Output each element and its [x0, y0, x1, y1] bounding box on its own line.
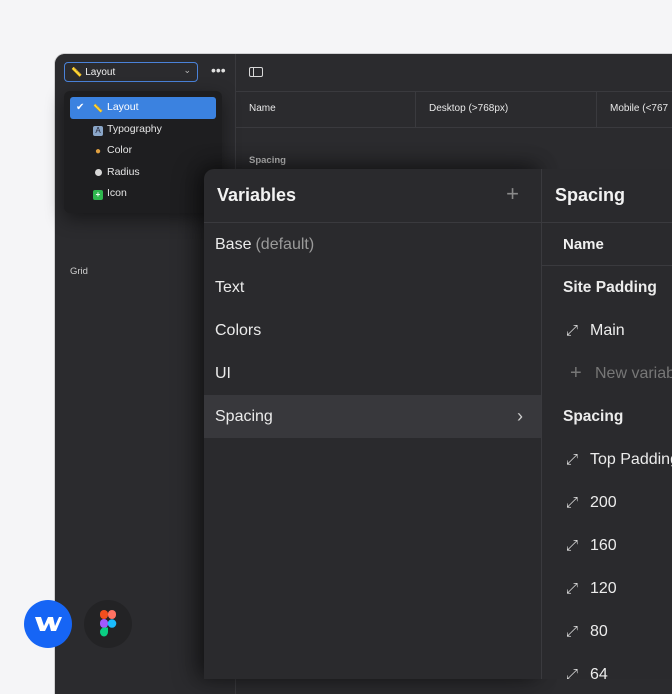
- variables-panel-header: Variables +: [204, 169, 541, 223]
- resize-icon: ⤢: [566, 322, 579, 339]
- option-label: Radius: [107, 165, 140, 178]
- more-options-button[interactable]: •••: [211, 63, 226, 77]
- resize-icon: ⤢: [566, 666, 579, 679]
- variable-row[interactable]: ⤢ 64: [542, 653, 672, 679]
- variables-item-base[interactable]: Base (default): [204, 223, 541, 266]
- collection-option-layout[interactable]: ✔ 📏 Layout: [70, 97, 216, 119]
- collection-option-icon[interactable]: + Icon: [70, 183, 216, 205]
- top-toolbar: 📏 Layout ⌄ •••: [55, 54, 672, 92]
- variable-name: 120: [590, 580, 617, 597]
- variable-row[interactable]: ⤢ 160: [542, 524, 672, 567]
- variable-name: 160: [590, 537, 617, 554]
- collection-option-color[interactable]: ● Color: [70, 140, 216, 162]
- variable-name: 200: [590, 494, 617, 511]
- option-label: Layout: [107, 101, 139, 113]
- add-collection-button[interactable]: +: [506, 181, 519, 207]
- ruler-icon: 📏: [71, 66, 83, 77]
- palette-icon: ●: [94, 146, 102, 157]
- variables-panel: Variables + Base (default) Text Colors UI…: [204, 169, 541, 679]
- table-header: Name Desktop (>768px) Mobile (<767: [236, 91, 672, 128]
- default-suffix: (default): [255, 236, 315, 253]
- item-label: Text: [215, 279, 245, 296]
- plus-icon: +: [570, 362, 582, 384]
- option-label: Typography: [107, 122, 162, 135]
- chevron-down-icon: ⌄: [183, 65, 191, 75]
- variables-item-colors[interactable]: Colors: [204, 309, 541, 352]
- spacing-panel-header: Spacing: [542, 169, 672, 223]
- resize-icon: ⤢: [566, 494, 579, 511]
- item-label: UI: [215, 365, 231, 382]
- variable-row[interactable]: ⤢ 200: [542, 481, 672, 524]
- collections-dropdown: ✔ 📏 Layout A Typography ● Color Radius + Ico…: [64, 91, 222, 213]
- resize-icon: ⤢: [566, 451, 579, 468]
- option-label: Icon: [107, 187, 127, 199]
- new-variable-button[interactable]: + New variab: [542, 352, 672, 395]
- variable-row[interactable]: ⤢ 120: [542, 567, 672, 610]
- item-label: Colors: [215, 322, 262, 339]
- sidebar-item-grid[interactable]: Grid: [70, 266, 88, 277]
- item-label: Base: [215, 236, 252, 253]
- variable-name: 64: [590, 666, 608, 679]
- resize-icon: ⤢: [566, 580, 579, 597]
- spacing-panel: Spacing Name Site Padding ⤢ Main + New var…: [541, 169, 672, 679]
- figma-glyph: [100, 610, 117, 637]
- ruler-icon: 📏: [93, 104, 103, 113]
- variable-row[interactable]: ⤢ Main: [542, 309, 672, 352]
- resize-icon: ⤢: [566, 537, 579, 554]
- chevron-right-icon: ›: [517, 406, 523, 426]
- checkmark-icon: ✔: [76, 102, 85, 113]
- collection-option-radius[interactable]: Radius: [70, 162, 216, 184]
- variable-name: Main: [590, 322, 625, 339]
- collection-select[interactable]: 📏 Layout ⌄: [64, 62, 198, 82]
- item-label: Spacing: [215, 408, 273, 425]
- column-header-desktop: Desktop (>768px): [415, 91, 596, 127]
- table-group-label: Spacing: [249, 155, 286, 166]
- variable-group-header[interactable]: Site Padding: [542, 266, 672, 309]
- webflow-w-glyph: [35, 617, 62, 631]
- column-header-name: Name: [249, 103, 276, 114]
- variable-row[interactable]: ⤢ Top Padding: [542, 438, 672, 481]
- variables-item-spacing[interactable]: Spacing ›: [204, 395, 541, 438]
- variables-item-ui[interactable]: UI: [204, 352, 541, 395]
- resize-icon: ⤢: [566, 623, 579, 640]
- variables-item-text[interactable]: Text: [204, 266, 541, 309]
- plus-square-icon: +: [93, 190, 103, 200]
- variable-group-header[interactable]: Spacing: [542, 395, 672, 438]
- spacing-panel-title: Spacing: [555, 185, 626, 205]
- variable-row[interactable]: ⤢ 80: [542, 610, 672, 653]
- typography-icon: A: [93, 125, 103, 136]
- spacing-column-header: Name: [542, 223, 672, 266]
- webflow-logo-icon: [24, 600, 72, 648]
- new-variable-label: New variab: [595, 365, 672, 382]
- radius-icon: [93, 169, 103, 179]
- divider: [235, 54, 236, 91]
- collection-option-typography[interactable]: A Typography: [70, 119, 216, 141]
- collection-select-value: Layout: [85, 66, 116, 78]
- option-label: Color: [107, 144, 133, 156]
- column-header-mobile: Mobile (<767: [596, 91, 672, 127]
- variable-name: 80: [590, 623, 608, 640]
- sidebar-toggle-icon[interactable]: [249, 67, 263, 77]
- figma-logo-icon: [84, 600, 132, 648]
- variable-name: Top Padding: [590, 451, 672, 468]
- variables-panel-title: Variables: [217, 185, 297, 205]
